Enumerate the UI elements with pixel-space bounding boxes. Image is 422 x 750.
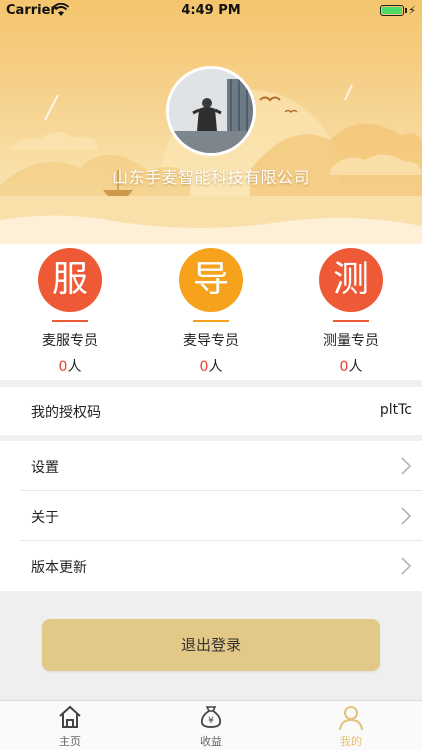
avatar[interactable]	[166, 66, 256, 156]
chevron-right-icon	[401, 507, 412, 525]
menu-item-label: 关于	[31, 510, 59, 526]
measure-icon: 测	[319, 248, 383, 312]
menu-item-label: 设置	[31, 460, 59, 476]
role-underline	[52, 320, 88, 322]
money-bag-icon: ¥	[200, 706, 222, 728]
svg-text:¥: ¥	[208, 716, 214, 726]
company-name: 山东手麦智能科技有限公司	[111, 168, 310, 187]
settings-menu: 设置 关于 版本更新	[0, 441, 422, 591]
role-underline	[193, 320, 229, 322]
role-item-measure[interactable]: 测 测量专员 0人	[281, 248, 421, 376]
tab-mine[interactable]: 我的	[311, 705, 391, 749]
role-stats: 服 麦服专员 0人 导 麦导专员 0人 测 测量专员 0人	[0, 244, 422, 380]
role-count: 0人	[199, 359, 223, 375]
menu-item-settings[interactable]: 设置	[0, 441, 422, 491]
tab-bar: 主页 ¥ 收益 我的	[0, 700, 422, 750]
role-item-service[interactable]: 服 麦服专员 0人	[0, 248, 140, 376]
role-title: 测量专员	[323, 333, 379, 349]
auth-code-row[interactable]: 我的授权码 pltTc	[0, 387, 422, 435]
role-underline	[333, 320, 369, 322]
logout-button[interactable]: 退出登录	[42, 619, 380, 671]
menu-item-about[interactable]: 关于	[0, 491, 422, 541]
auth-code-label: 我的授权码	[31, 405, 101, 421]
chevron-right-icon	[401, 557, 412, 575]
avatar-image	[169, 69, 253, 153]
role-item-guide[interactable]: 导 麦导专员 0人	[141, 248, 281, 376]
tab-home[interactable]: 主页	[30, 705, 110, 749]
role-title: 麦服专员	[42, 333, 98, 349]
profile-header: Carrier 4:49 PM ⚡ 山东手麦智能科技有限公司	[0, 0, 422, 244]
tab-label: 收益	[200, 735, 222, 748]
battery-icon	[380, 5, 404, 16]
charging-icon: ⚡	[408, 4, 416, 17]
tab-earnings[interactable]: ¥ 收益	[171, 705, 251, 749]
tab-label: 我的	[340, 735, 362, 748]
auth-code-value: pltTc	[379, 402, 412, 418]
tab-label: 主页	[59, 735, 81, 748]
menu-item-label: 版本更新	[31, 560, 87, 576]
home-icon	[59, 705, 81, 728]
person-icon	[339, 706, 363, 731]
role-title: 麦导专员	[183, 333, 239, 349]
role-count: 0人	[339, 359, 363, 375]
role-count: 0人	[58, 359, 82, 375]
status-bar: Carrier 4:49 PM ⚡	[0, 0, 422, 22]
menu-item-update[interactable]: 版本更新	[0, 541, 422, 591]
service-icon: 服	[38, 248, 102, 312]
status-time: 4:49 PM	[181, 3, 241, 18]
chevron-right-icon	[401, 457, 412, 475]
guide-icon: 导	[179, 248, 243, 312]
